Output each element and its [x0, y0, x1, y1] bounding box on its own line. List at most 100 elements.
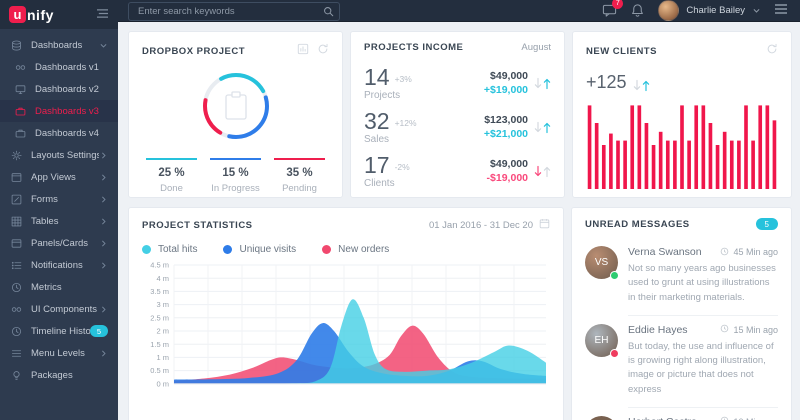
income-label: Projects	[364, 90, 412, 101]
sidebar-item-label: Dashboards v3	[35, 106, 108, 117]
income-delta: +12%	[395, 118, 417, 128]
sidebar-item-notifications[interactable]: Notifications	[0, 254, 118, 276]
sidebar-item-tables[interactable]: Tables	[0, 210, 118, 232]
area-series-total-hits	[174, 299, 546, 384]
legend-dot-icon	[322, 245, 331, 254]
user-menu[interactable]: Charlie Bailey	[658, 0, 761, 21]
legend-dot-icon	[223, 245, 232, 254]
client-bar	[652, 145, 656, 189]
sidebar-item-dashboards[interactable]: Dashboards	[0, 34, 118, 56]
chart-legend: Total hits Unique visits New orders	[129, 238, 563, 257]
y-tick-label: 2.5 m	[150, 313, 169, 322]
client-bar	[588, 105, 592, 189]
dropbox-project-card: DROPBOX PROJECT 25 %Done15 %In Progress3…	[128, 31, 343, 198]
sidebar-item-label: Menu Levels	[31, 348, 99, 359]
stat-value: 35 %	[274, 167, 325, 179]
arrow-down-icon	[534, 121, 542, 134]
unread-messages-card: UNREAD MESSAGES 5 VSVerna Swanson45 Min …	[571, 207, 792, 420]
sidebar-item-label: Tables	[31, 216, 99, 227]
donut-stat-pending: 35 % Pending	[274, 158, 325, 194]
bell-icon[interactable]	[630, 3, 645, 18]
chevron-right-icon	[99, 349, 108, 358]
card-title: PROJECTS INCOME	[364, 42, 463, 53]
client-bar	[730, 141, 734, 189]
sidebar-item-menu-levels[interactable]: Menu Levels	[0, 342, 118, 364]
sidebar-item-dashboards-v4[interactable]: Dashboards v4	[0, 122, 118, 144]
avatar: EH	[585, 324, 618, 357]
main-content: DROPBOX PROJECT 25 %Done15 %In Progress3…	[118, 22, 800, 420]
logo-row: u nify	[0, 0, 118, 29]
sidebar-item-packages[interactable]: Packages	[0, 364, 118, 386]
sidebar-item-label: Timeline History	[31, 326, 90, 337]
arrow-down-icon	[534, 77, 542, 90]
sidebar-collapse-icon[interactable]	[96, 6, 109, 24]
refresh-icon[interactable]	[317, 42, 329, 60]
client-bar	[645, 123, 649, 189]
income-delta: +3%	[395, 74, 412, 84]
sidebar-item-panels-cards[interactable]: Panels/Cards	[0, 232, 118, 254]
arrow-up-icon	[543, 165, 551, 178]
income-amount: $123,000	[484, 114, 528, 126]
search-icon[interactable]	[323, 4, 334, 15]
income-row-clients: 17-2%Clients$49,000-$19,000	[364, 149, 551, 193]
search-input[interactable]	[128, 2, 340, 21]
user-name: Charlie Bailey	[686, 5, 745, 16]
period-label[interactable]: August	[521, 42, 551, 53]
sidebar-item-label: App Views	[31, 172, 99, 183]
panel-icon	[11, 238, 22, 249]
avatar: VS	[585, 246, 618, 279]
donut-stat-done: 25 %Done	[146, 158, 197, 194]
sidebar-item-app-views[interactable]: App Views	[0, 166, 118, 188]
app-logo[interactable]: u nify	[9, 6, 54, 23]
avatar: HC	[585, 416, 618, 420]
message-item[interactable]: HCHerbert Castro10 Min agoBut today, the…	[585, 410, 778, 420]
legend-label: Total hits	[158, 244, 197, 255]
sidebar-badge: 5	[90, 325, 108, 337]
messages-list: VSVerna Swanson45 Min agoNot so many yea…	[572, 236, 791, 420]
date-range[interactable]: 01 Jan 2016 - 31 Dec 20	[429, 220, 533, 231]
calendar-icon[interactable]	[539, 218, 550, 232]
message-item[interactable]: EHEddie Hayes15 Min agoBut today, the us…	[585, 318, 778, 397]
chevron-right-icon	[99, 217, 108, 226]
sidebar-item-dashboards-v2[interactable]: Dashboards v2	[0, 78, 118, 100]
chat-icon[interactable]: 7	[602, 3, 617, 18]
sidebar-item-dashboards-v1[interactable]: Dashboards v1	[0, 56, 118, 78]
search-box	[128, 1, 340, 21]
y-tick-label: 4.5 m	[150, 261, 169, 270]
briefcase-icon	[15, 106, 26, 117]
sidebar-item-metrics[interactable]: Metrics	[0, 276, 118, 298]
sidebar-item-label: Forms	[31, 194, 99, 205]
sidebar-item-timeline-history[interactable]: Timeline History5	[0, 320, 118, 342]
y-tick-label: 1 m	[156, 353, 169, 362]
income-value: 14	[364, 66, 390, 89]
new-clients-card: NEW CLIENTS +125	[572, 31, 792, 198]
client-bar	[737, 141, 741, 189]
sidebar-item-dashboards-v3[interactable]: Dashboards v3	[0, 100, 118, 122]
settings-menu-icon[interactable]	[774, 2, 788, 20]
income-rows: 14+3%Projects$49,000+$19,00032+12%Sales$…	[351, 59, 564, 193]
chart-icon[interactable]	[297, 42, 309, 60]
user-avatar	[658, 0, 679, 21]
message-item[interactable]: VSVerna Swanson45 Min agoNot so many yea…	[585, 240, 778, 305]
stat-value: 15 %	[210, 167, 261, 179]
income-value: 32	[364, 110, 390, 133]
legend-item-new-orders[interactable]: New orders	[322, 244, 389, 255]
stat-label: Pending	[274, 183, 325, 194]
sidebar-item-ui-components[interactable]: UI Components	[0, 298, 118, 320]
client-bar	[623, 141, 627, 189]
client-bar	[673, 141, 677, 189]
legend-label: New orders	[338, 244, 389, 255]
clock-icon	[720, 247, 729, 258]
sidebar-item-forms[interactable]: Forms	[0, 188, 118, 210]
briefcase-icon	[15, 128, 26, 139]
sidebar-item-label: Dashboards v1	[35, 62, 108, 73]
legend-item-total-hits[interactable]: Total hits	[142, 244, 197, 255]
message-time: 15 Min ago	[720, 324, 778, 335]
clock-icon	[720, 324, 729, 335]
trend-arrows-icon	[633, 76, 650, 89]
legend-item-unique-visits[interactable]: Unique visits	[223, 244, 296, 255]
sidebar-item-layouts-settings[interactable]: Layouts Settings	[0, 144, 118, 166]
refresh-icon[interactable]	[766, 42, 778, 60]
income-delta: -2%	[395, 162, 410, 172]
message-text: Not so many years ago businesses used to…	[628, 262, 778, 305]
